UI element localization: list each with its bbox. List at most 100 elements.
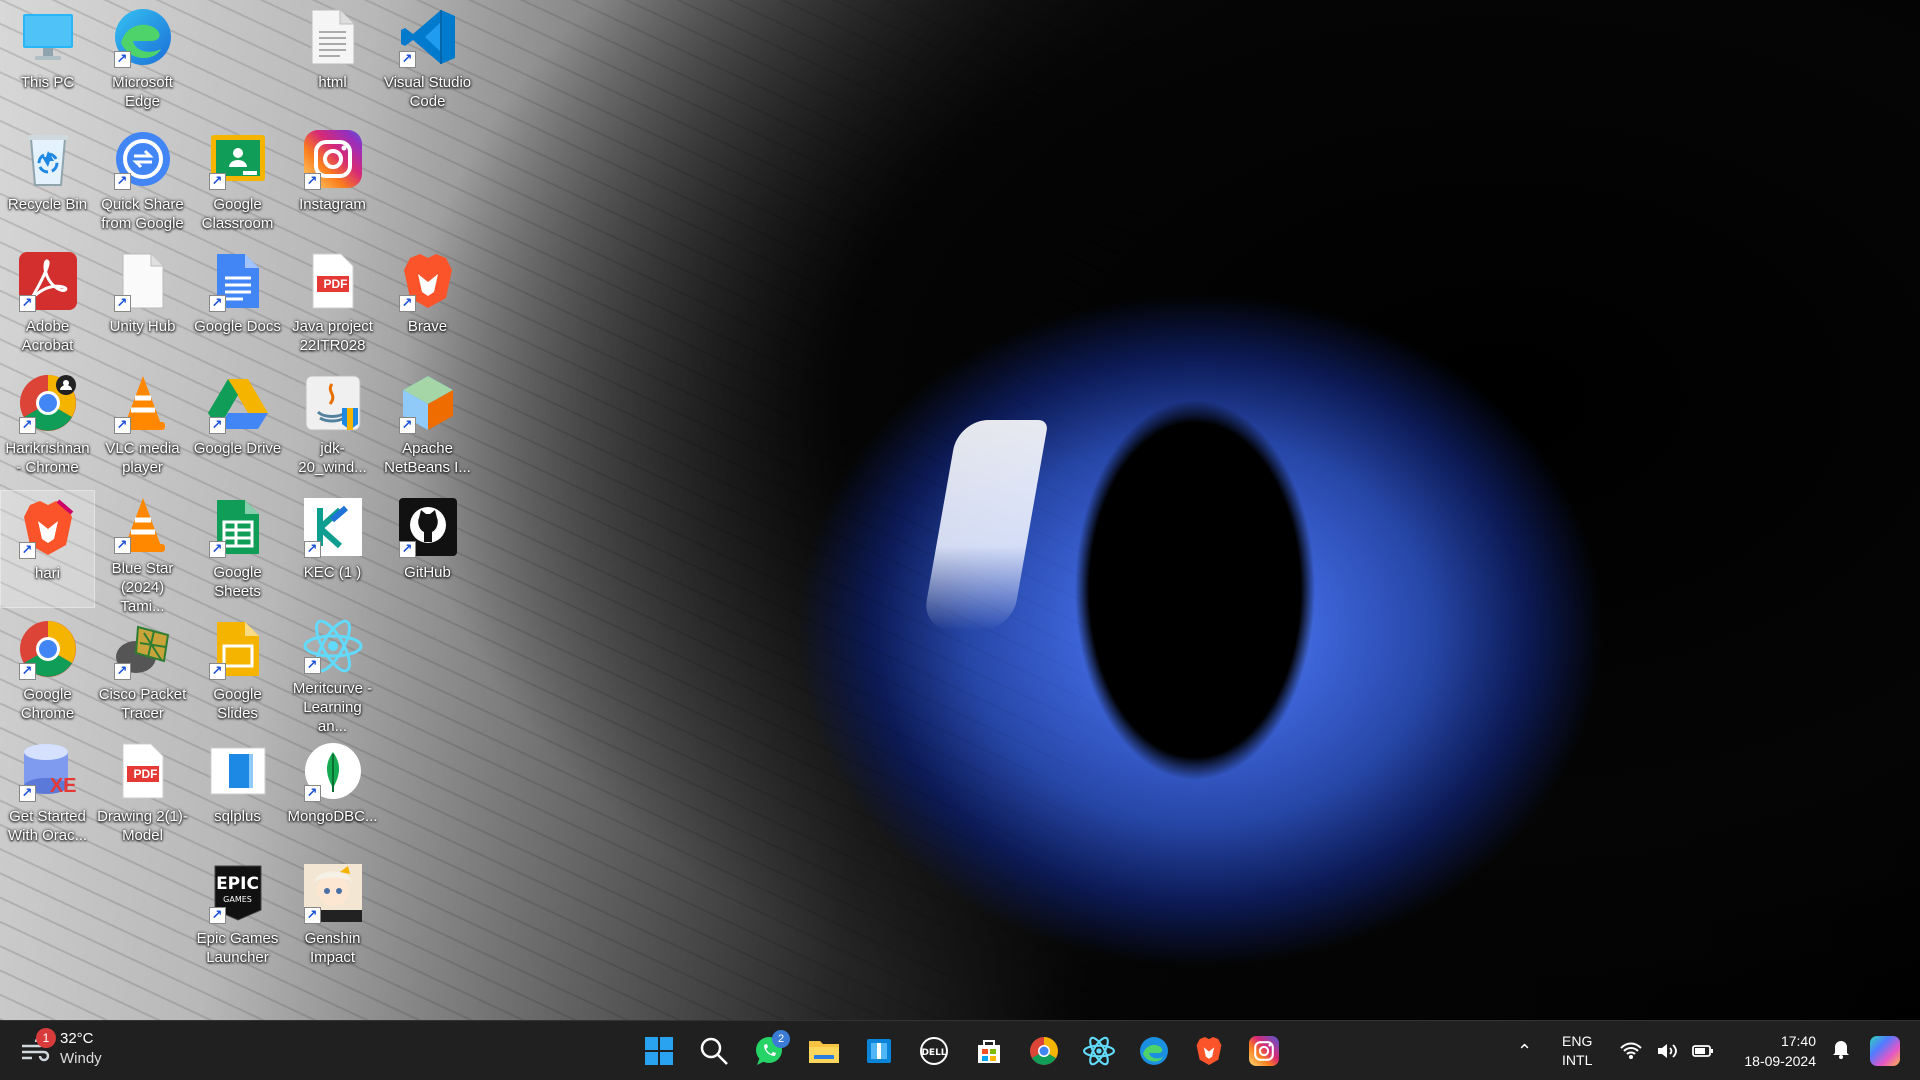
file-explorer-button[interactable]: [801, 1028, 847, 1074]
genshin-impact-icon: ↗: [302, 862, 364, 924]
brave-icon: [1196, 1037, 1222, 1065]
store-bag-icon: [978, 1040, 1000, 1063]
copilot-icon[interactable]: [1870, 1036, 1900, 1066]
search-button[interactable]: [691, 1028, 737, 1074]
clock-date: 18-09-2024: [1744, 1053, 1816, 1069]
desktop-icon-google-classroom[interactable]: ↗ Google Classroom: [190, 122, 285, 240]
kec-app-icon: ↗: [302, 496, 364, 558]
desktop-icon-label: Instagram: [299, 196, 366, 213]
desktop-icon-unity-hub[interactable]: ↗ Unity Hub: [95, 244, 190, 362]
shortcut-arrow-icon: ↗: [113, 295, 131, 312]
desktop-icon-jdk-installer[interactable]: jdk-20_wind...: [285, 366, 380, 484]
desktop-icon-label: Drawing 2(1)-Model: [97, 808, 188, 844]
desktop-icon-recycle-bin[interactable]: Recycle Bin: [0, 122, 95, 240]
whatsapp-unread-badge: 2: [772, 1030, 790, 1048]
desktop-icon-cisco-packet-tracer[interactable]: ↗ Cisco Packet Tracer: [95, 612, 190, 730]
desktop-icon-quick-share[interactable]: ↗ Quick Share from Google: [95, 122, 190, 240]
chrome-icon: ↗: [17, 618, 79, 680]
input-language-indicator[interactable]: ENG INTL: [1562, 1032, 1592, 1070]
desktop-icon-label: Google Sheets: [213, 564, 262, 600]
wifi-icon: [1620, 1042, 1643, 1059]
pdf-label: PDF: [323, 277, 348, 291]
dell-button[interactable]: DELL: [911, 1028, 957, 1074]
desktop-icon-google-sheets[interactable]: ↗ Google Sheets: [190, 490, 285, 608]
microsoft-store-button[interactable]: [966, 1028, 1012, 1074]
desktop-icon-drawing-model[interactable]: PDF Drawing 2(1)-Model: [95, 734, 190, 852]
brave-button[interactable]: [1186, 1028, 1232, 1074]
desktop-icon-google-chrome[interactable]: ↗ Google Chrome: [0, 612, 95, 730]
shortcut-arrow-icon: ↗: [303, 173, 321, 190]
desktop-icon-label: Harikrishnan - Chrome: [5, 440, 90, 476]
desktop-icon-kec[interactable]: ↗ KEC (1 ): [285, 490, 380, 608]
instagram-button[interactable]: [1241, 1028, 1287, 1074]
text-file-icon: [302, 6, 364, 68]
wind-icon: 1: [20, 1028, 56, 1064]
edge-icon: ↗: [112, 6, 174, 68]
keyboard-layout: INTL: [1562, 1052, 1593, 1068]
weather-condition: Windy: [60, 1050, 102, 1067]
desktop-icon-hari[interactable]: ↗ hari: [0, 490, 95, 608]
shortcut-arrow-icon: ↗: [18, 785, 36, 802]
desktop-icon-instagram[interactable]: ↗ Instagram: [285, 122, 380, 240]
edge-button[interactable]: [1131, 1028, 1177, 1074]
desktop-icon-adobe-acrobat[interactable]: ↗ Adobe Acrobat: [0, 244, 95, 362]
desktop-icon-label: MongoDBC...: [287, 808, 378, 825]
desktop-icon-vscode[interactable]: ↗ Visual Studio Code: [380, 0, 475, 118]
desktop-icon-label: Epic Games Launcher: [196, 930, 279, 966]
shortcut-arrow-icon: ↗: [18, 417, 36, 434]
taskbar-apps: 2 DELL: [636, 1028, 1287, 1074]
chrome-icon: [1030, 1037, 1058, 1065]
epic-text: EPIC: [216, 874, 259, 894]
desktop-icon-java-project[interactable]: PDF Java project 22ITR028: [285, 244, 380, 362]
edge-icon: [1140, 1037, 1168, 1065]
desktop-icon-get-started-oracle[interactable]: XE ↗ Get Started With Orac...: [0, 734, 95, 852]
notification-bell-icon[interactable]: [1832, 1039, 1850, 1064]
desktop-icon-label: sqlplus: [214, 808, 261, 825]
desktop-icon-vlc[interactable]: ↗ VLC media player: [95, 366, 190, 484]
epic-games-icon: EPIC GAMES ↗: [207, 862, 269, 924]
shortcut-arrow-icon: ↗: [303, 657, 321, 674]
start-button[interactable]: [636, 1028, 682, 1074]
react-app-button[interactable]: [1076, 1028, 1122, 1074]
desktop-icon-meritcurve[interactable]: ↗ Meritcurve - Learning an...: [285, 612, 380, 735]
adobe-acrobat-icon: ↗: [17, 250, 79, 312]
desktop-icon-google-drive[interactable]: ↗ Google Drive: [190, 366, 285, 484]
shortcut-arrow-icon: ↗: [113, 173, 131, 190]
shortcut-arrow-icon: ↗: [208, 907, 226, 924]
desktop-icon-this-pc[interactable]: This PC: [0, 0, 95, 118]
widgets-app-button[interactable]: [856, 1028, 902, 1074]
shortcut-arrow-icon: ↗: [303, 541, 321, 558]
desktop-icon-label: This PC: [20, 74, 75, 91]
desktop-icon-netbeans[interactable]: ↗ Apache NetBeans I...: [380, 366, 475, 484]
desktop-icon-html[interactable]: html: [285, 0, 380, 118]
desktop-icon-github[interactable]: ↗ GitHub: [380, 490, 475, 608]
volume-icon: [1658, 1044, 1678, 1058]
system-tray: ⌃ ENG INTL 17:40 18-09-2024: [1517, 1021, 1920, 1080]
desktop-icon-label: Google Drive: [193, 440, 282, 457]
shortcut-arrow-icon: ↗: [18, 663, 36, 680]
language-code: ENG: [1562, 1033, 1593, 1049]
shortcut-arrow-icon: ↗: [208, 173, 226, 190]
desktop-icon-google-slides[interactable]: ↗ Google Slides: [190, 612, 285, 730]
clock[interactable]: 17:40 18-09-2024: [1744, 1031, 1816, 1071]
brave-icon: ↗: [397, 250, 459, 312]
chrome-button[interactable]: [1021, 1028, 1067, 1074]
google-slides-icon: ↗: [207, 618, 269, 680]
desktop-icon-mongodb-compass[interactable]: ↗ MongoDBC...: [285, 734, 380, 852]
sqlplus-icon: [207, 740, 269, 802]
weather-widget[interactable]: 1 32°C Windy: [20, 1028, 102, 1069]
desktop-icon-google-docs[interactable]: ↗ Google Docs: [190, 244, 285, 362]
desktop-icon-microsoft-edge[interactable]: ↗ Microsoft Edge: [95, 0, 190, 118]
battery-icon: [1692, 1045, 1714, 1057]
quick-settings[interactable]: [1620, 1042, 1714, 1060]
desktop-icon-epic-games[interactable]: EPIC GAMES ↗ Epic Games Launcher: [190, 856, 285, 974]
desktop-icon-blue-star[interactable]: ↗ Blue Star (2024) Tami...: [95, 490, 190, 615]
whatsapp-button[interactable]: 2: [746, 1028, 792, 1074]
show-hidden-icons-chevron-icon[interactable]: ⌃: [1517, 1041, 1532, 1062]
shortcut-arrow-icon: ↗: [398, 541, 416, 558]
desktop-icon-brave[interactable]: ↗ Brave: [380, 244, 475, 362]
desktop-icon-sqlplus[interactable]: sqlplus: [190, 734, 285, 852]
desktop-icon-label: Meritcurve - Learning an...: [292, 680, 373, 735]
desktop-icon-harikrishnan-chrome[interactable]: ↗ Harikrishnan - Chrome: [0, 366, 95, 484]
desktop-icon-genshin-impact[interactable]: ↗ Genshin Impact: [285, 856, 380, 974]
